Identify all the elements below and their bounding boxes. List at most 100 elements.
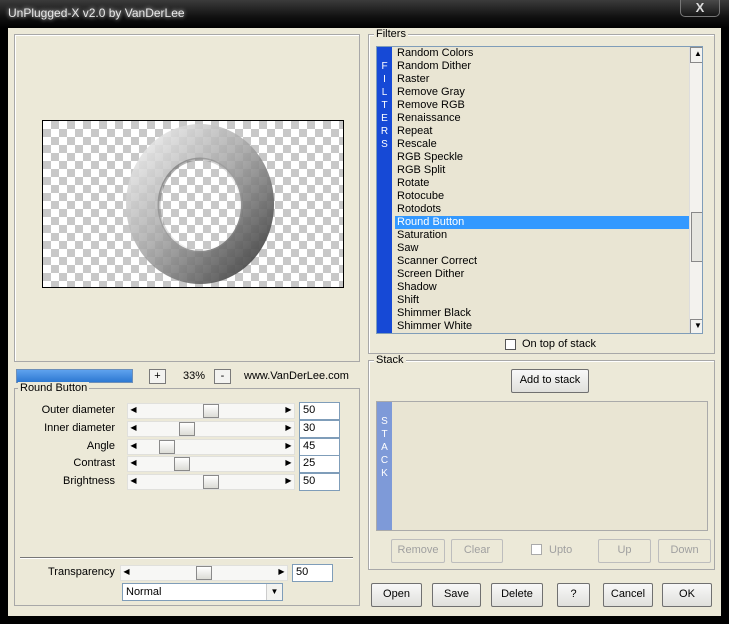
filter-list-item[interactable]: Rotodots	[395, 203, 691, 216]
close-button[interactable]: X	[680, 0, 720, 17]
scroll-thumb[interactable]	[691, 212, 702, 262]
inner-diameter-slider[interactable]: ◀ ▶	[127, 421, 295, 437]
transparency-input[interactable]: 50	[292, 564, 333, 582]
param-label: Outer diameter	[41, 404, 115, 416]
outer-diameter-input[interactable]: 50	[299, 402, 340, 420]
remove-button[interactable]: Remove	[391, 539, 445, 563]
on-top-checkbox[interactable]	[505, 339, 516, 350]
up-button[interactable]: Up	[598, 539, 651, 563]
filter-list-item[interactable]: Rotocube	[395, 190, 691, 203]
angle-input[interactable]: 45	[299, 438, 340, 456]
brightness-input[interactable]: 50	[299, 473, 340, 491]
filter-list-item[interactable]: Raster	[395, 73, 691, 86]
down-button[interactable]: Down	[658, 539, 711, 563]
slider-right-arrow-icon[interactable]: ▶	[282, 421, 295, 435]
angle-slider[interactable]: ◀ ▶	[127, 439, 295, 455]
filter-list-item[interactable]: Shift	[395, 294, 691, 307]
slider-thumb[interactable]	[203, 404, 219, 418]
inner-diameter-input[interactable]: 30	[299, 420, 340, 438]
stack-list[interactable]: S T A C K	[376, 401, 708, 531]
delete-button[interactable]: Delete	[491, 583, 543, 607]
strip-letter: T	[381, 429, 388, 440]
param-label: Angle	[86, 440, 115, 452]
window-title: UnPlugged-X v2.0 by VanDerLee	[8, 6, 185, 20]
strip-letter: E	[381, 113, 388, 124]
filter-list-item[interactable]: Saturation	[395, 229, 691, 242]
filter-list-item[interactable]: Repeat	[395, 125, 691, 138]
scroll-up-icon[interactable]: ▲	[690, 47, 702, 63]
slider-right-arrow-icon[interactable]: ▶	[282, 403, 295, 417]
slider-left-arrow-icon[interactable]: ◀	[127, 403, 140, 417]
filter-list-item[interactable]: Random Dither	[395, 60, 691, 73]
clear-button[interactable]: Clear	[451, 539, 503, 563]
strip-letter: L	[381, 87, 388, 98]
round-button-preview	[126, 124, 275, 284]
slider-left-arrow-icon[interactable]: ◀	[127, 456, 140, 470]
on-top-label: On top of stack	[522, 338, 596, 350]
outer-diameter-slider[interactable]: ◀ ▶	[127, 403, 295, 419]
slider-left-arrow-icon[interactable]: ◀	[120, 565, 133, 579]
filter-list-item[interactable]: Shadow	[395, 281, 691, 294]
dialog-body: + 33% - www.VanDerLee.com Round Button O…	[8, 28, 721, 616]
strip-letter: K	[381, 468, 388, 479]
scroll-down-icon[interactable]: ▼	[690, 319, 702, 333]
filter-list-item[interactable]: Scanner Correct	[395, 255, 691, 268]
filter-list-item[interactable]: Round Button	[395, 216, 691, 229]
add-to-stack-button[interactable]: Add to stack	[511, 369, 589, 393]
filter-list-item[interactable]: Shimmer White	[395, 320, 691, 333]
slider-right-arrow-icon[interactable]: ▶	[282, 474, 295, 488]
filter-list-item[interactable]: Rotate	[395, 177, 691, 190]
slider-left-arrow-icon[interactable]: ◀	[127, 439, 140, 453]
filters-group-title: Filters	[374, 28, 408, 40]
slider-thumb[interactable]	[174, 457, 190, 471]
brightness-slider[interactable]: ◀ ▶	[127, 474, 295, 490]
slider-thumb[interactable]	[179, 422, 195, 436]
zoom-in-button[interactable]: +	[149, 369, 166, 384]
slider-left-arrow-icon[interactable]: ◀	[127, 474, 140, 488]
filters-scrollbar[interactable]: ▲ ▼	[689, 47, 702, 333]
chevron-down-icon[interactable]: ▼	[266, 584, 282, 600]
preview-canvas	[42, 120, 344, 288]
blend-mode-value: Normal	[126, 586, 162, 598]
filter-list-item[interactable]: RGB Speckle	[395, 151, 691, 164]
slider-thumb[interactable]	[196, 566, 212, 580]
filter-list-item[interactable]: Renaissance	[395, 112, 691, 125]
upto-checkbox[interactable]	[531, 544, 542, 555]
zoom-out-button[interactable]: -	[214, 369, 231, 384]
strip-letter: S	[381, 416, 388, 427]
website-link[interactable]: www.VanDerLee.com	[244, 369, 349, 383]
filter-list-item[interactable]: Shimmer Black	[395, 307, 691, 320]
filter-list-item[interactable]: Saw	[395, 242, 691, 255]
filter-list-item[interactable]: Rescale	[395, 138, 691, 151]
slider-thumb[interactable]	[159, 440, 175, 454]
cancel-button[interactable]: Cancel	[603, 583, 653, 607]
slider-right-arrow-icon[interactable]: ▶	[282, 456, 295, 470]
filter-list-item[interactable]: Screen Dither	[395, 268, 691, 281]
stack-strip: S T A C K	[377, 402, 392, 530]
ok-button[interactable]: OK	[662, 583, 712, 607]
upto-label: Upto	[549, 544, 573, 556]
slider-right-arrow-icon[interactable]: ▶	[282, 439, 295, 453]
filters-items: Random Colors Random Dither Raster Remove G…	[395, 47, 691, 333]
save-button[interactable]: Save	[432, 583, 481, 607]
filter-list-item[interactable]: Random Colors	[395, 47, 691, 60]
parameters-group-title: Round Button	[18, 382, 90, 394]
open-button[interactable]: Open	[371, 583, 422, 607]
filters-strip: F I L T E R S	[377, 47, 392, 333]
filter-list-item[interactable]: Remove RGB	[395, 99, 691, 112]
contrast-slider[interactable]: ◀ ▶	[127, 456, 295, 472]
slider-thumb[interactable]	[203, 475, 219, 489]
slider-right-arrow-icon[interactable]: ▶	[275, 565, 288, 579]
strip-letter: R	[380, 126, 389, 137]
contrast-input[interactable]: 25	[299, 455, 340, 473]
zoom-level: 33%	[182, 370, 206, 382]
filter-list-item[interactable]: RGB Split	[395, 164, 691, 177]
transparency-slider[interactable]: ◀ ▶	[120, 565, 288, 581]
filters-list[interactable]: F I L T E R S Random Colors Random Dither…	[376, 46, 703, 334]
progress-bar	[16, 369, 133, 383]
filter-list-item[interactable]: Remove Gray	[395, 86, 691, 99]
preview-panel	[14, 34, 360, 362]
blend-mode-select[interactable]: Normal ▼	[122, 583, 283, 601]
help-button[interactable]: ?	[557, 583, 590, 607]
slider-left-arrow-icon[interactable]: ◀	[127, 421, 140, 435]
